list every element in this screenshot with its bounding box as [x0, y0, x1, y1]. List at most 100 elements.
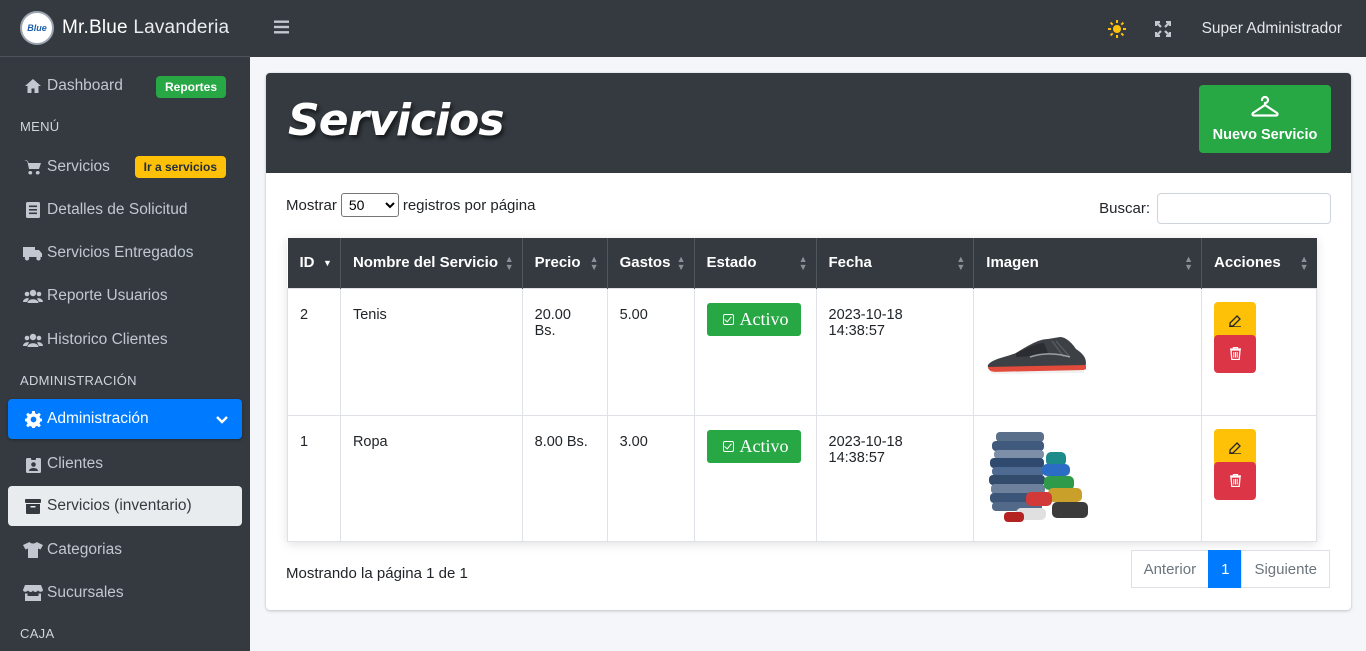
cell-id: 1 [287, 414, 341, 542]
column-header-nombre[interactable]: Nombre del Servicio ▲ ▼ [340, 238, 523, 288]
page-length-select[interactable]: 102550100 [340, 193, 399, 217]
sidebar-item-label: Reporte Usuarios [47, 287, 168, 304]
column-header-acciones[interactable]: Acciones ▲ ▼ [1201, 238, 1317, 288]
cart-icon [23, 159, 43, 175]
services-card: Servicios Nuevo Servicio Mostrar 1025501… [266, 73, 1351, 610]
column-header-gastos[interactable]: Gastos ▲ ▼ [607, 238, 695, 288]
nav-header-admin: ADMINISTRACIÓN [20, 373, 137, 388]
pagination-next-button[interactable]: Siguiente [1241, 550, 1330, 588]
sidebar-item-servicios-inventario[interactable]: Servicios (inventario) [8, 486, 242, 526]
edit-icon [1229, 441, 1242, 454]
delete-button[interactable] [1214, 334, 1257, 373]
new-service-label: Nuevo Servicio [1212, 127, 1318, 143]
sidebar-item-entregados[interactable]: Servicios Entregados [8, 233, 242, 273]
sidebar-item-label: Sucursales [47, 584, 124, 601]
sidebar-item-label: Categorias [47, 541, 122, 558]
pagination: Anterior 1 Siguiente [1130, 550, 1330, 588]
sidebar-item-label: Servicios [47, 158, 110, 175]
gear-icon [23, 410, 43, 428]
nav-header-menu: MENÚ [20, 119, 60, 134]
new-service-button[interactable]: Nuevo Servicio [1199, 85, 1331, 153]
edit-button[interactable] [1214, 301, 1257, 340]
sidebar-item-label: Administración [47, 410, 149, 427]
sort-icon: ▲ ▼ [589, 254, 599, 272]
sidebar-item-label: Historico Clientes [47, 331, 168, 348]
sidebar-item-label: Detalles de Solicitud [47, 201, 188, 218]
cell-acciones [1201, 287, 1317, 416]
brand-logo: Blue [20, 11, 54, 45]
clothes-image [989, 431, 1089, 522]
check-square-icon [722, 440, 734, 452]
pagination-prev-button[interactable]: Anterior [1130, 550, 1210, 588]
sidebar-item-detalles[interactable]: Detalles de Solicitud [8, 190, 242, 230]
sort-icon: ▲ ▼ [504, 254, 514, 272]
ir-servicios-badge[interactable]: Ir a servicios [134, 156, 226, 178]
cell-nombre: Tenis [339, 287, 523, 416]
brand-name-light: Lavanderia [133, 17, 230, 38]
search-label: Buscar: [1099, 200, 1150, 217]
edit-button[interactable] [1214, 428, 1257, 467]
top-navbar: Super Administrador [250, 0, 1366, 57]
nav-header-caja: CAJA [20, 626, 55, 641]
archive-icon [23, 498, 43, 514]
id-badge-icon [23, 455, 43, 473]
show-suffix: registros por página [402, 196, 536, 214]
status-label: Activo [739, 435, 789, 456]
sort-desc-icon: ▼ [323, 258, 332, 268]
column-header-fecha[interactable]: Fecha ▲ ▼ [816, 238, 975, 288]
card-header: Servicios Nuevo Servicio [266, 73, 1351, 173]
sidebar-item-label: Servicios Entregados [47, 244, 194, 261]
column-header-estado[interactable]: Estado ▲ ▼ [694, 238, 817, 288]
brand-name-bold: Mr.Blue [62, 17, 128, 38]
users-icon [23, 289, 43, 303]
tshirt-icon [23, 542, 43, 558]
shoe-image [988, 336, 1087, 374]
status-active-button[interactable]: Activo [706, 429, 801, 463]
reportes-badge[interactable]: Reportes [155, 76, 226, 98]
sidebar: Blue Mr.Blue Lavanderia Dashboard Report… [0, 0, 250, 651]
sidebar-item-label: Servicios (inventario) [47, 497, 192, 514]
sidebar-item-sucursales[interactable]: Sucursales [8, 573, 242, 613]
column-header-imagen[interactable]: Imagen ▲ ▼ [973, 238, 1203, 288]
sidebar-item-administracion[interactable]: Administración [8, 399, 242, 439]
sort-icon: ▲ ▼ [1299, 254, 1309, 272]
page-title: Servicios [288, 95, 505, 146]
table-row: 2 Tenis 20.00 Bs. 5.00 Activo 2023-10-18… [287, 287, 1317, 416]
cell-acciones [1201, 414, 1317, 542]
fullscreen-icon[interactable] [1140, 20, 1186, 37]
services-table: ID ▼ Nombre del Servicio ▲ ▼ Precio ▲ ▼ Gasto… [287, 238, 1317, 542]
status-active-button[interactable]: Activo [706, 302, 801, 336]
search-input[interactable] [1157, 193, 1331, 224]
page-length-control: Mostrar 102550100 registros por página [286, 193, 535, 217]
cell-precio: 8.00 Bs. [521, 414, 608, 542]
cell-estado: Activo [693, 414, 817, 542]
sort-icon: ▲ ▼ [956, 254, 966, 272]
store-icon [23, 585, 43, 601]
sort-icon: ▲ ▼ [676, 254, 686, 272]
pagination-page-button[interactable]: 1 [1208, 550, 1243, 588]
column-header-id[interactable]: ID ▼ [287, 238, 341, 288]
brand[interactable]: Blue Mr.Blue Lavanderia [0, 0, 250, 57]
menu-toggle-icon[interactable] [274, 20, 289, 38]
sidebar-item-reporte-usuarios[interactable]: Reporte Usuarios [8, 276, 242, 316]
sidebar-item-historico[interactable]: Historico Clientes [8, 320, 242, 360]
list-alt-icon [23, 202, 43, 218]
cell-estado: Activo [693, 287, 817, 416]
delete-button[interactable] [1214, 461, 1257, 500]
sidebar-item-clientes[interactable]: Clientes [8, 444, 242, 484]
sidebar-item-servicios[interactable]: Servicios Ir a servicios [8, 147, 242, 187]
cell-fecha: 2023-10-18 14:38:57 [815, 287, 975, 416]
cell-nombre: Ropa [339, 414, 523, 542]
hanger-icon [1251, 95, 1279, 121]
trash-icon [1229, 347, 1241, 360]
cell-id: 2 [287, 287, 341, 416]
user-menu[interactable]: Super Administrador [1202, 20, 1342, 38]
cell-precio: 20.00 Bs. [521, 287, 608, 416]
sun-icon[interactable] [1094, 19, 1140, 38]
cell-imagen [973, 287, 1203, 416]
sidebar-item-categorias[interactable]: Categorias [8, 530, 242, 570]
pagination-info: Mostrando la página 1 de 1 [286, 565, 468, 582]
sidebar-item-dashboard[interactable]: Dashboard Reportes [8, 66, 242, 106]
column-header-precio[interactable]: Precio ▲ ▼ [522, 238, 608, 288]
sidebar-item-label: Clientes [47, 455, 103, 472]
